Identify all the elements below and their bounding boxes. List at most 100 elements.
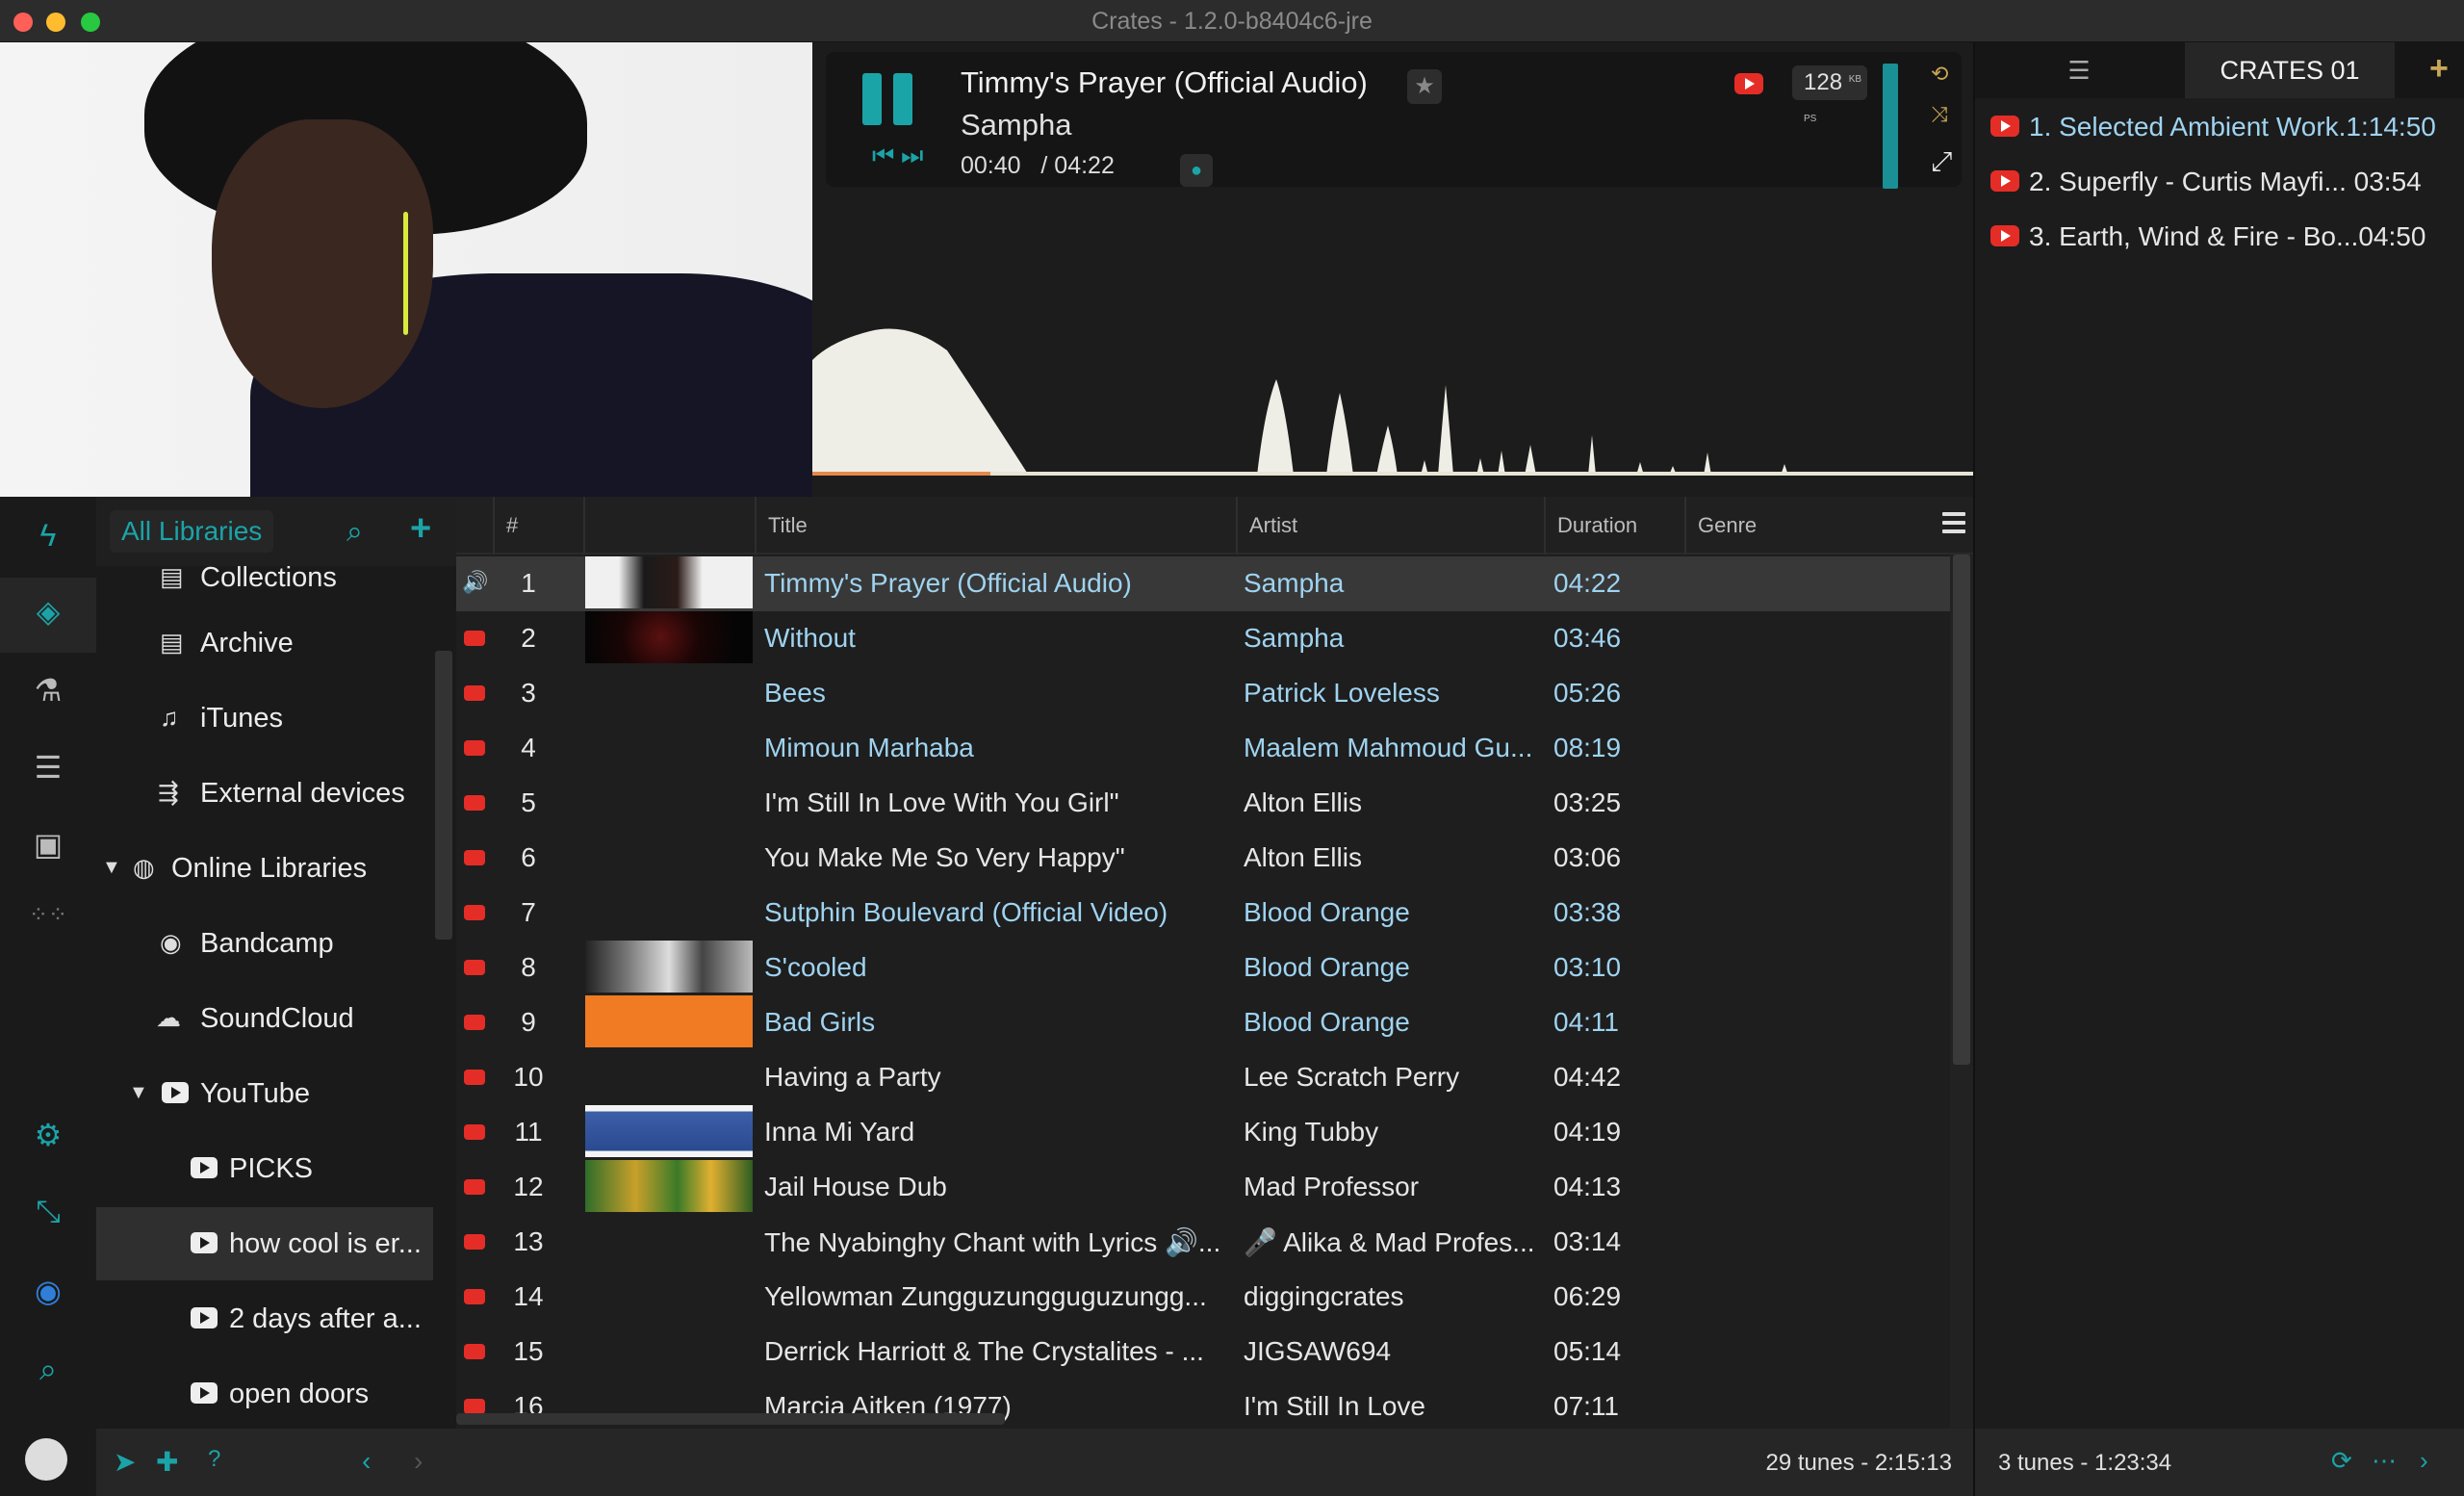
puzzle-icon[interactable]: ✚ <box>156 1446 178 1478</box>
user-avatar[interactable] <box>25 1438 67 1481</box>
youtube-icon <box>464 960 485 975</box>
library-item-collections[interactable]: ▤ Collections <box>96 541 433 614</box>
youtube-icon <box>191 1305 218 1335</box>
table-row[interactable]: 🔊 1 Timmy's Prayer (Official Audio) Samp… <box>456 556 1950 611</box>
expand-triangle-icon[interactable]: ▼ <box>102 857 121 879</box>
fullscreen-icon[interactable]: ⤢ <box>1931 146 1952 178</box>
table-horizontal-scrollbar[interactable] <box>456 1413 1005 1425</box>
table-row[interactable]: 3 Bees Patrick Loveless 05:26 <box>456 666 1950 721</box>
track-thumbnail <box>585 1105 753 1157</box>
library-item-picks[interactable]: PICKS <box>96 1132 433 1205</box>
collapse-icon[interactable]: ⤡ <box>0 1194 96 1230</box>
table-vertical-scrollbar[interactable] <box>1950 555 1973 1429</box>
library-item-external-devices[interactable]: ⇶ External devices <box>96 757 433 830</box>
library-item-soundcloud[interactable]: ☁ SoundCloud <box>96 982 433 1055</box>
crates-icon[interactable]: ◈ <box>0 593 96 630</box>
chevron-right-icon[interactable]: › <box>414 1446 423 1477</box>
now-playing-title: Timmy's Prayer (Official Audio) <box>961 65 1368 99</box>
youtube-source-icon <box>1734 73 1763 94</box>
track-table: # Title Artist Duration Genre 🔊 1 Timmy'… <box>456 497 1973 1429</box>
library-item-online-libraries[interactable]: ▼ ◍ Online Libraries <box>96 832 433 905</box>
library-item-bandcamp[interactable]: ◉ Bandcamp <box>96 907 433 980</box>
lightning-icon[interactable]: ϟ <box>0 518 96 554</box>
youtube-icon <box>191 1380 218 1410</box>
table-row[interactable]: 14 Yellowman Zungguzungguguzungg... digg… <box>456 1270 1950 1325</box>
youtube-icon <box>1990 116 2019 137</box>
image-icon[interactable]: ▣ <box>0 826 96 863</box>
chevron-right-icon[interactable]: › <box>2420 1446 2428 1476</box>
help-icon[interactable]: ? <box>208 1446 220 1473</box>
youtube-icon <box>191 1155 218 1185</box>
table-footer: 29 tunes - 2:15:13 <box>456 1429 1973 1496</box>
send-icon[interactable]: ➤ <box>114 1446 136 1478</box>
previous-track-icon[interactable]: ⏮ <box>872 141 894 171</box>
playback-progress-fill <box>812 472 990 476</box>
table-row[interactable]: 13 The Nyabinghy Chant with Lyrics 🔊... … <box>456 1215 1950 1270</box>
tab-crates-01[interactable]: CRATES 01 <box>2185 42 2395 98</box>
library-item-open-doors[interactable]: open doors <box>96 1357 433 1429</box>
table-row[interactable]: 4 Mimoun Marhaba Maalem Mahmoud Gu... 08… <box>456 721 1950 776</box>
next-track-icon[interactable]: ⏭ <box>901 141 923 171</box>
track-thumbnail <box>585 556 753 608</box>
favorite-star-icon[interactable]: ★ <box>1407 69 1442 104</box>
library-item-youtube[interactable]: ▼ YouTube <box>96 1057 433 1130</box>
table-row[interactable]: 11 Inna Mi Yard King Tubby 04:19 <box>456 1105 1950 1160</box>
globe-icon[interactable]: ◉ <box>0 1273 96 1309</box>
refresh-icon[interactable]: ⟳ <box>2331 1446 2352 1476</box>
main-icon-bar: ϟ ◈ ⚗ ☰ ▣ ⁘⁘ ⚙ ⤡ ◉ ⌕ <box>0 497 96 1496</box>
crates-list-view-icon[interactable]: ☰ <box>1975 42 2183 98</box>
youtube-icon <box>464 905 485 920</box>
column-thumbnail[interactable] <box>583 497 755 555</box>
list-icon[interactable]: ☰ <box>0 749 96 786</box>
tag-icon[interactable]: ● <box>1180 154 1213 187</box>
flask-icon[interactable]: ⚗ <box>0 672 96 709</box>
add-crate-button[interactable]: + <box>2429 50 2449 88</box>
tunes-count: 29 tunes - 2:15:13 <box>1765 1450 1952 1476</box>
youtube-icon <box>464 1344 485 1359</box>
youtube-icon <box>464 1070 485 1085</box>
repeat-icon[interactable]: ⟲ <box>1931 62 1948 87</box>
library-footer: ➤ ✚ ? ‹ › <box>96 1429 456 1496</box>
collection-icon: ▤ <box>160 562 184 591</box>
chevron-left-icon[interactable]: ‹ <box>362 1446 371 1477</box>
table-row[interactable]: 5 I'm Still In Love With You Girl" Alton… <box>456 776 1950 831</box>
youtube-icon <box>464 795 485 811</box>
now-playing-artist: Sampha <box>961 108 1072 142</box>
crates-tabs: ☰ CRATES 01 + <box>1975 42 2464 98</box>
table-row[interactable]: 7 Sutphin Boulevard (Official Video) Blo… <box>456 886 1950 941</box>
player-panel: ⏮ ⏭ Timmy's Prayer (Official Audio) ★ Sa… <box>812 42 1973 497</box>
library-item-2-days[interactable]: 2 days after a... <box>96 1282 433 1355</box>
column-title[interactable]: Title <box>755 497 1245 555</box>
settings-icon[interactable]: ⚙ <box>0 1117 96 1153</box>
search-icon[interactable]: ⌕ <box>0 1352 96 1388</box>
column-menu-icon[interactable] <box>1942 512 1965 538</box>
title-bar: Crates - 1.2.0-b8404c6-jre <box>0 0 2464 42</box>
column-genre[interactable]: Genre <box>1684 497 1944 555</box>
column-artist[interactable]: Artist <box>1236 497 1544 555</box>
waveform[interactable] <box>812 293 1973 476</box>
grid-icon[interactable]: ⁘⁘ <box>0 901 96 929</box>
usb-icon: ⇶ <box>158 778 179 807</box>
youtube-icon <box>464 1179 485 1195</box>
shuffle-icon[interactable]: ⤨ <box>1931 102 1948 127</box>
column-duration[interactable]: Duration <box>1544 497 1684 555</box>
library-scrollbar[interactable] <box>435 651 452 940</box>
library-item-how-cool[interactable]: how cool is er... <box>96 1207 433 1280</box>
track-thumbnail <box>585 995 753 1047</box>
playback-progress-bar[interactable] <box>812 472 1973 476</box>
more-icon[interactable]: ⋯ <box>2372 1446 2397 1476</box>
table-row[interactable]: 10 Having a Party Lee Scratch Perry 04:4… <box>456 1050 1950 1105</box>
library-item-archive[interactable]: ▤ Archive <box>96 606 433 680</box>
table-row[interactable]: 8 S'cooled Blood Orange 03:10 <box>456 941 1950 995</box>
youtube-icon <box>464 1124 485 1140</box>
table-row[interactable]: 2 Without Sampha 03:46 <box>456 611 1950 666</box>
pause-button[interactable] <box>862 73 916 125</box>
column-number[interactable]: # <box>493 497 560 555</box>
table-row[interactable]: 12 Jail House Dub Mad Professor 04:13 <box>456 1160 1950 1215</box>
library-item-itunes[interactable]: ♫ iTunes <box>96 682 433 755</box>
table-row[interactable]: 9 Bad Girls Blood Orange 04:11 <box>456 995 1950 1050</box>
expand-triangle-icon[interactable]: ▼ <box>129 1082 148 1104</box>
table-row[interactable]: 6 You Make Me So Very Happy" Alton Ellis… <box>456 831 1950 886</box>
table-row[interactable]: 15 Derrick Harriott & The Crystalites - … <box>456 1325 1950 1380</box>
volume-slider[interactable] <box>1883 64 1898 189</box>
